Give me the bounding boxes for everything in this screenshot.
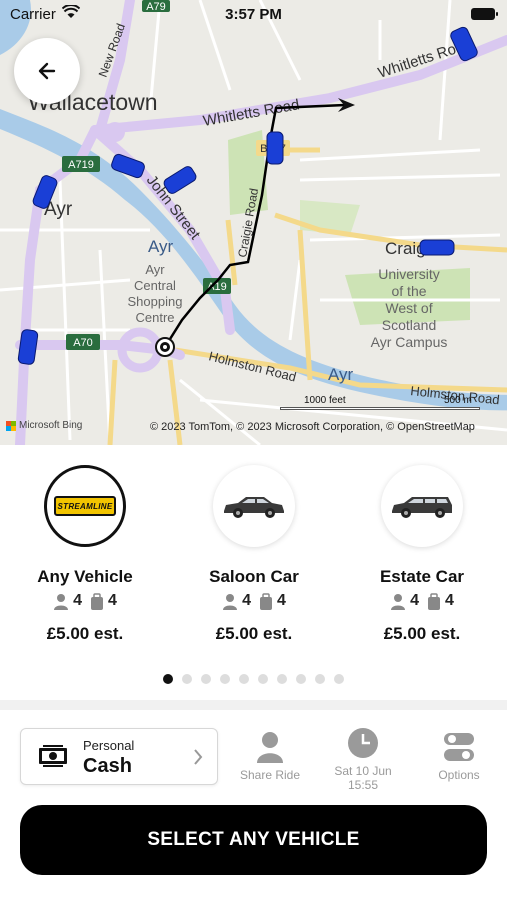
luggage-icon: [260, 592, 272, 610]
chevron-right-icon: [194, 749, 203, 765]
university-line-2: of the: [391, 283, 426, 299]
shopping-centre-line-3: Shopping: [128, 294, 183, 309]
luggage-count: 4: [277, 592, 286, 609]
microsoft-logo-icon: [6, 420, 16, 431]
section-divider: [0, 700, 507, 710]
river-ayr-label: Ayr: [148, 237, 174, 256]
vehicle-option-estate[interactable]: Estate Car 4 4 £5.00 est.: [347, 465, 497, 644]
person-icon: [257, 732, 283, 763]
vehicle-price: £5.00 est.: [46, 624, 124, 643]
shopping-centre-line-4: Centre: [135, 310, 174, 325]
schedule-button[interactable]: Sat 10 Jun 15:55: [318, 726, 408, 792]
vehicle-name: Saloon Car: [209, 567, 299, 586]
page-dot[interactable]: [277, 674, 287, 684]
vehicle-image: [213, 465, 295, 547]
back-button[interactable]: [14, 38, 80, 104]
saloon-car-icon: [224, 497, 284, 518]
vehicle-option-any[interactable]: STREAMLINE Any Vehicle 4 4 £5.00 est.: [10, 465, 160, 644]
vehicle-marker-icon[interactable]: [419, 239, 455, 256]
map-provider-label: Microsoft Bing: [19, 420, 83, 431]
passenger-icon: [223, 593, 238, 610]
vehicle-capacity: 4 4: [179, 592, 329, 610]
map-provider: Microsoft Bing: [6, 420, 82, 431]
vehicle-image: STREAMLINE: [44, 465, 126, 547]
page-dot[interactable]: [334, 674, 344, 684]
vehicle-price: £5.00 est.: [383, 624, 461, 643]
battery-icon: [471, 8, 498, 20]
luggage-icon: [428, 592, 440, 610]
options-button[interactable]: Options: [414, 730, 504, 782]
pickup-marker-icon: [155, 337, 175, 357]
estate-car-icon: [392, 497, 452, 518]
page-dot[interactable]: [296, 674, 306, 684]
vehicle-name: Estate Car: [379, 567, 465, 586]
options-label: Options: [438, 768, 480, 782]
vehicle-capacity: 4 4: [347, 592, 497, 610]
page-dot[interactable]: [163, 674, 173, 684]
toggle-options-icon: [444, 733, 474, 761]
page-dot[interactable]: [258, 674, 268, 684]
map-scale: 1000 feet 500 m: [280, 395, 480, 413]
university-line-1: University: [378, 266, 439, 282]
river-ayr-label-2: Ayr: [328, 365, 354, 384]
page-indicator[interactable]: [0, 674, 507, 684]
luggage-count: 4: [445, 592, 454, 609]
university-line-5: Ayr Campus: [371, 334, 448, 350]
select-vehicle-button[interactable]: SELECT ANY VEHICLE: [20, 805, 487, 875]
back-arrow-icon: [38, 62, 56, 80]
page-dot[interactable]: [220, 674, 230, 684]
streamline-logo: STREAMLINE: [54, 496, 116, 516]
passenger-count: 4: [73, 592, 82, 609]
vehicle-price: £5.00 est.: [215, 624, 293, 643]
shopping-centre-line-1: Ayr: [145, 262, 165, 277]
status-bar: Carrier 3:57 PM: [0, 0, 507, 30]
luggage-icon: [91, 592, 103, 610]
shopping-centre-line-2: Central: [134, 278, 176, 293]
booking-footer: Personal Cash Share Ride Sat 10 Jun 15:5…: [0, 710, 507, 900]
map-view[interactable]: A719 A70 A79 A19 B747 Wallacetown Ayr Ay…: [0, 0, 507, 445]
payment-type-label: Personal: [83, 738, 135, 753]
road-a719-label: A719: [68, 159, 94, 171]
clock-label: 3:57 PM: [225, 6, 282, 23]
schedule-date-label: Sat 10 Jun: [334, 764, 392, 778]
passenger-count: 4: [242, 592, 251, 609]
university-line-4: Scotland: [382, 317, 436, 333]
page-dot[interactable]: [182, 674, 192, 684]
vehicle-name: Any Vehicle: [37, 567, 133, 586]
road-a70-label: A70: [73, 337, 93, 349]
share-ride-button[interactable]: Share Ride: [225, 730, 315, 782]
university-line-3: West of: [385, 300, 432, 316]
share-ride-label: Share Ride: [239, 768, 301, 782]
map-attribution[interactable]: © 2023 TomTom, © 2023 Microsoft Corporat…: [150, 421, 475, 433]
streamline-logo-text: STREAMLINE: [57, 501, 113, 511]
vehicle-option-saloon[interactable]: Saloon Car 4 4 £5.00 est.: [179, 465, 329, 644]
scale-bar: [280, 407, 480, 410]
scale-meters-label: 500 m: [444, 395, 472, 406]
vehicle-image: [381, 465, 463, 547]
passenger-count: 4: [410, 592, 419, 609]
page-dot[interactable]: [239, 674, 249, 684]
luggage-count: 4: [108, 592, 117, 609]
passenger-icon: [54, 593, 69, 610]
app-screen: A719 A70 A79 A19 B747 Wallacetown Ayr Ay…: [0, 0, 507, 900]
vehicle-selector: STREAMLINE Any Vehicle 4 4 £5.00 est. Sa…: [0, 445, 507, 700]
payment-method-button[interactable]: Personal Cash: [20, 728, 218, 785]
passenger-icon: [391, 593, 406, 610]
vehicle-capacity: 4 4: [10, 592, 160, 610]
cash-icon: [39, 745, 67, 767]
page-dot[interactable]: [315, 674, 325, 684]
vehicle-marker-icon[interactable]: [266, 131, 284, 165]
scale-feet-label: 1000 feet: [304, 395, 346, 406]
payment-value-label: Cash: [83, 755, 132, 777]
schedule-time-label: 15:55: [347, 778, 379, 792]
page-dot[interactable]: [201, 674, 211, 684]
clock-icon: [348, 728, 378, 758]
